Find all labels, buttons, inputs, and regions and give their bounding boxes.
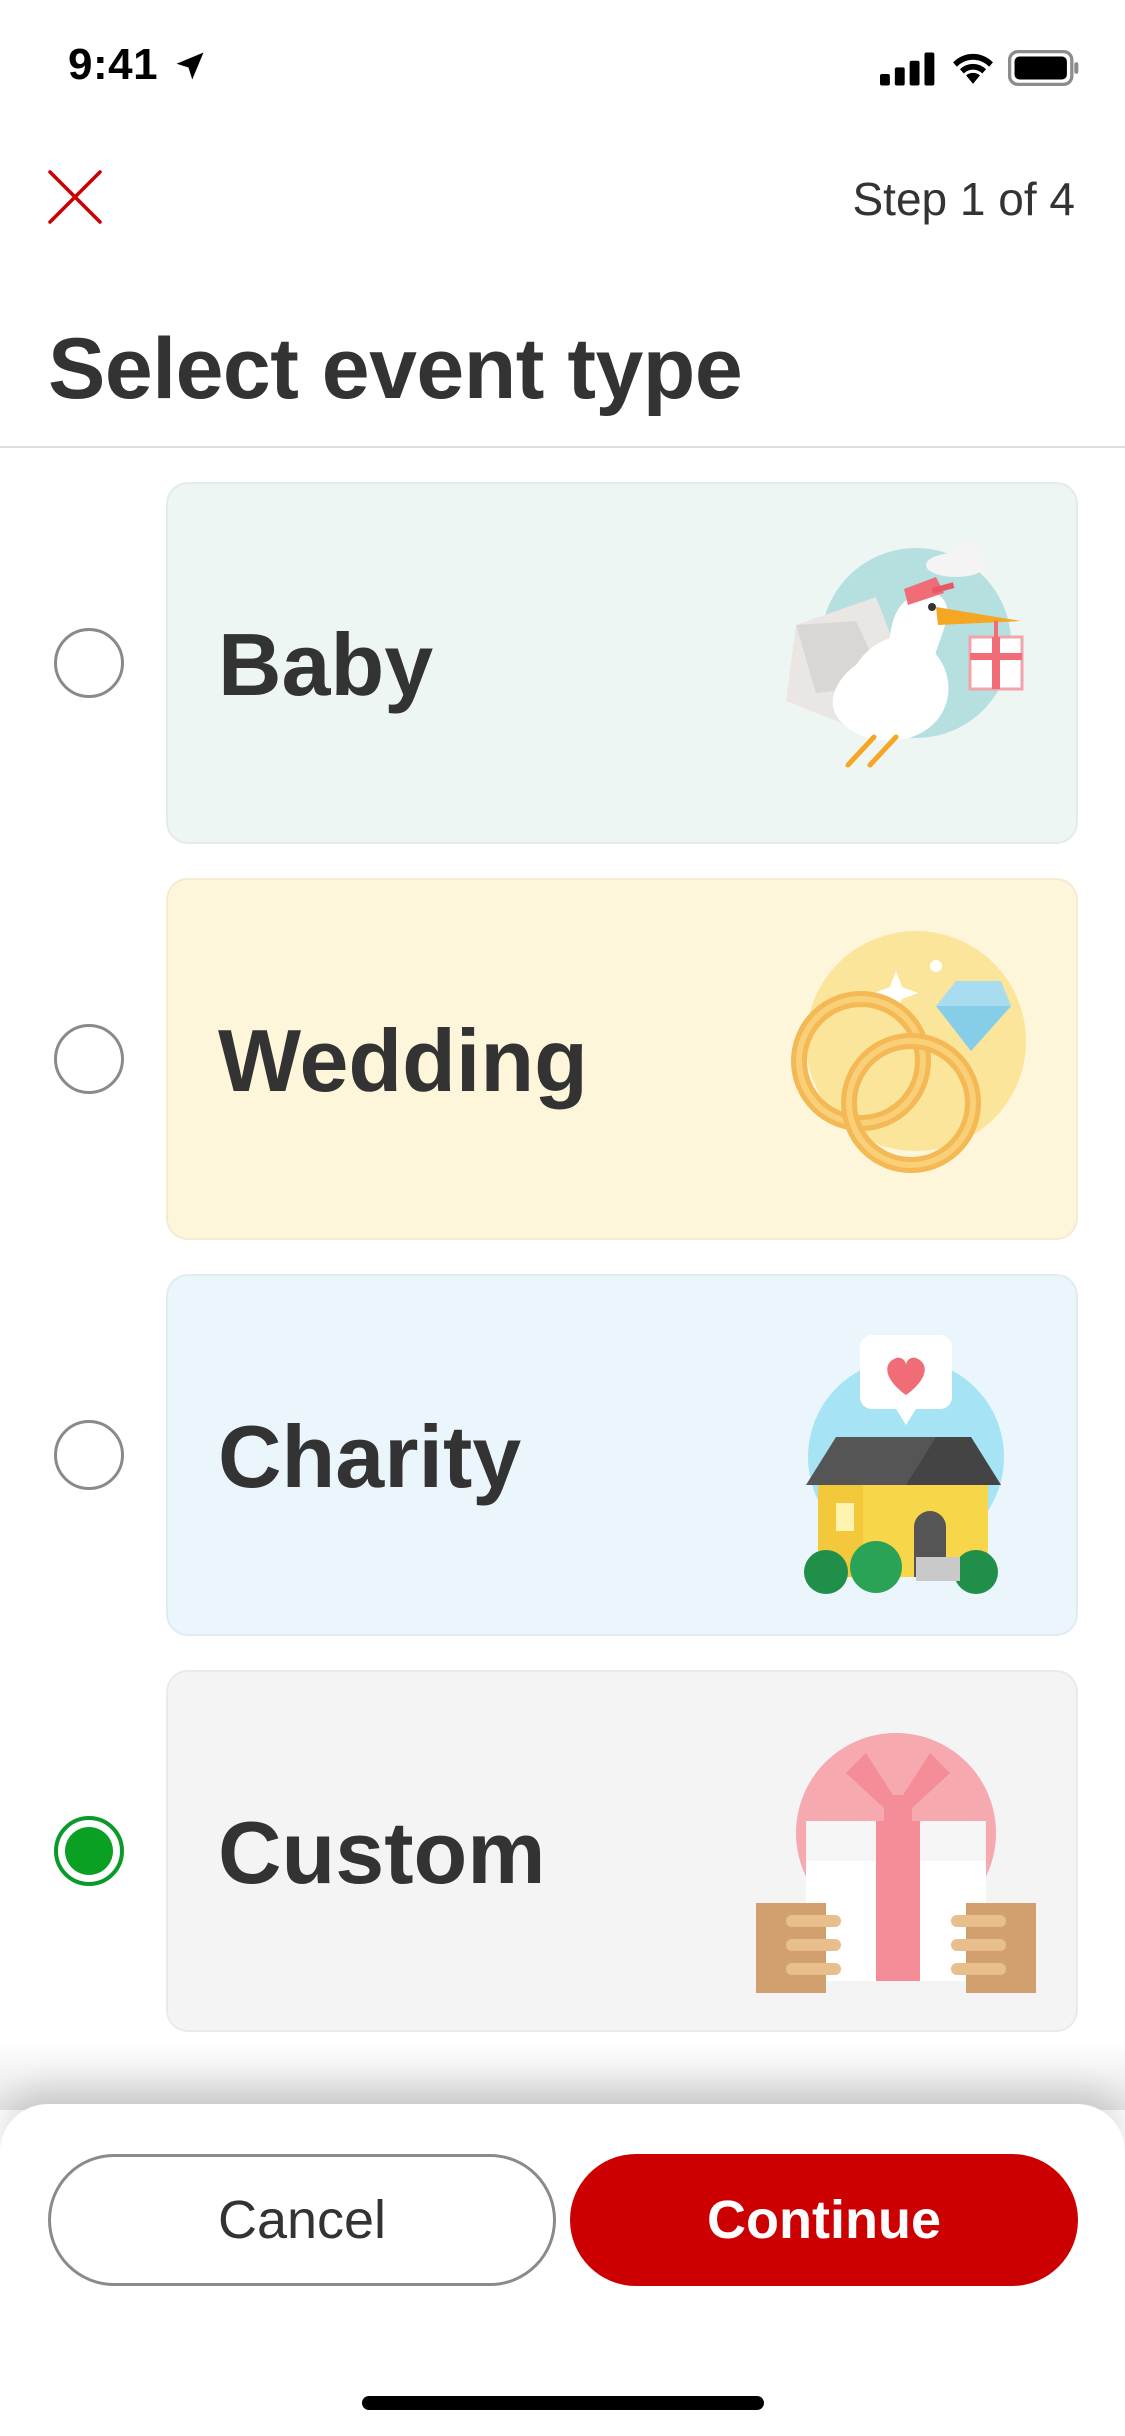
event-card-custom[interactable]: Custom	[166, 1670, 1078, 2032]
continue-button[interactable]: Continue	[570, 2154, 1078, 2286]
radio-charity[interactable]	[54, 1420, 124, 1490]
wifi-icon	[953, 53, 993, 84]
bottom-fade	[0, 2040, 1125, 2110]
charity-house-icon	[804, 1335, 1004, 1594]
event-label-custom: Custom	[218, 1803, 546, 1902]
event-option-charity[interactable]: Charity	[0, 1274, 1125, 1636]
event-option-custom[interactable]: Custom	[0, 1670, 1125, 2032]
event-card-charity[interactable]: Charity	[166, 1274, 1078, 1636]
event-label-charity: Charity	[218, 1407, 522, 1506]
cellular-signal-icon	[880, 52, 935, 86]
home-indicator[interactable]	[362, 2396, 764, 2410]
wedding-rings-icon	[791, 931, 1026, 1173]
page-title: Select event type	[48, 321, 743, 417]
close-button[interactable]	[44, 166, 106, 228]
location-arrow-icon	[176, 52, 204, 80]
gift-box-icon	[756, 1733, 1036, 1993]
event-option-baby[interactable]: Baby	[0, 482, 1125, 844]
status-time: 9:41	[68, 40, 159, 89]
stork-icon	[786, 541, 1024, 768]
radio-baby[interactable]	[54, 628, 124, 698]
status-bar: 9:41	[0, 0, 1125, 135]
close-icon	[48, 170, 102, 224]
cancel-button[interactable]: Cancel	[48, 2154, 556, 2286]
event-label-wedding: Wedding	[218, 1011, 588, 1110]
header-divider	[0, 446, 1125, 448]
event-option-wedding[interactable]: Wedding	[0, 878, 1125, 1240]
radio-custom-selected[interactable]	[54, 1816, 124, 1886]
step-indicator: Step 1 of 4	[852, 173, 1076, 225]
event-card-wedding[interactable]: Wedding	[166, 878, 1078, 1240]
battery-icon	[1008, 50, 1079, 86]
event-card-baby[interactable]: Baby	[166, 482, 1078, 844]
radio-wedding[interactable]	[54, 1024, 124, 1094]
event-label-baby: Baby	[218, 615, 434, 714]
